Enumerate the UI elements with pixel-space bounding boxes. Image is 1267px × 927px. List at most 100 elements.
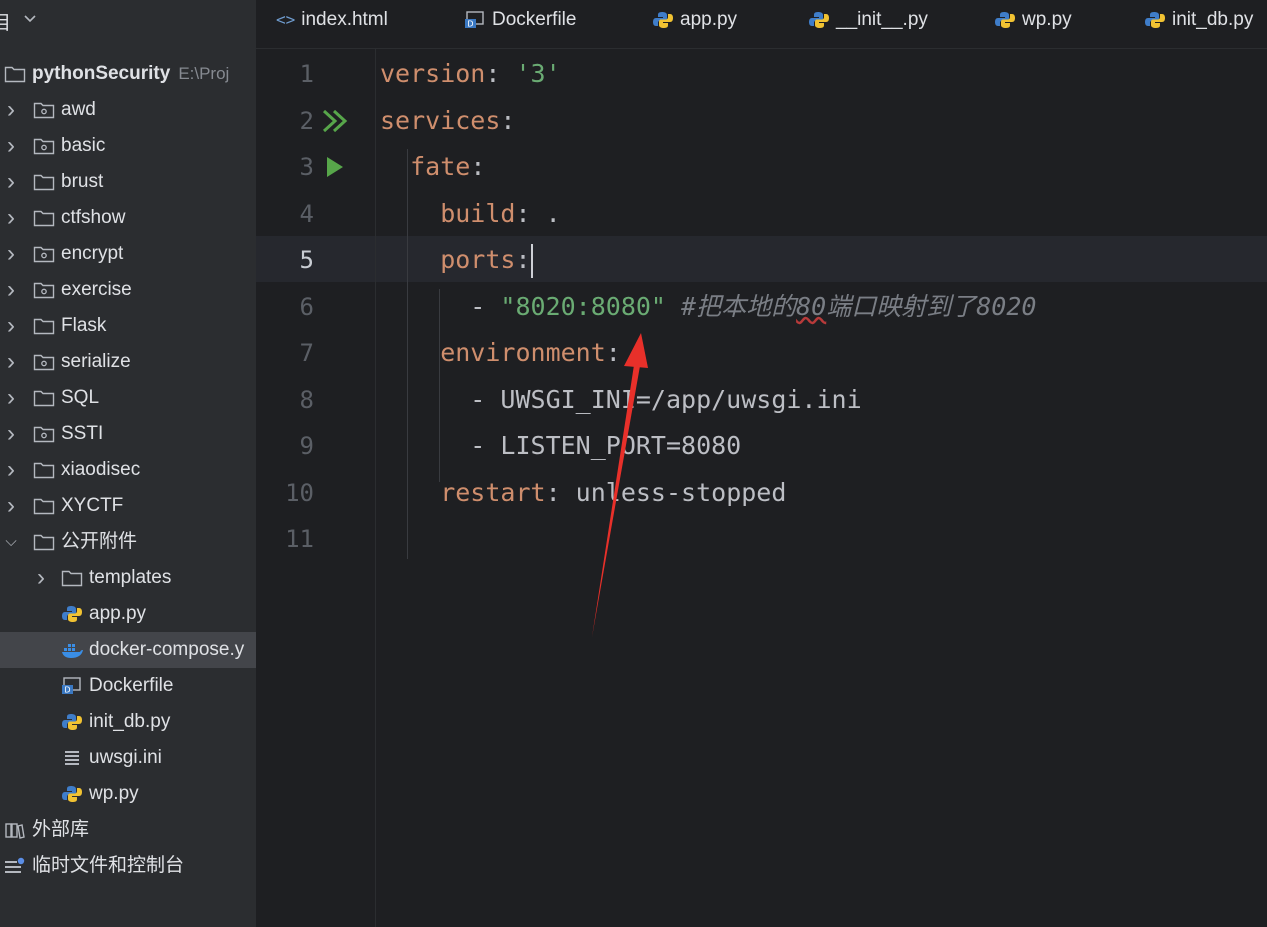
chevron-right-icon[interactable]: › — [4, 164, 18, 200]
chevron-right-icon[interactable]: › — [4, 416, 18, 452]
tab-label: wp.py — [1022, 9, 1072, 30]
chevron-right-icon[interactable]: › — [4, 380, 18, 416]
chevron-right-icon[interactable]: › — [4, 128, 18, 164]
tree-item-dockerfile[interactable]: D Dockerfile — [0, 668, 256, 704]
chevron-right-icon[interactable]: › — [4, 344, 18, 380]
chevron-right-icon[interactable]: › — [34, 560, 48, 596]
tree-item-label: app.py — [89, 603, 147, 624]
tree-item-临时文件和控制台[interactable]: 临时文件和控制台 — [0, 848, 256, 884]
python-file-icon — [62, 714, 82, 730]
spelling-warning: 80 — [796, 291, 827, 321]
project-view-title: 目 — [0, 13, 12, 34]
line-number: 11 — [285, 525, 314, 553]
tree-item-label: 公开附件 — [61, 531, 138, 552]
tree-item-templates[interactable]: › templates — [0, 560, 256, 596]
tree-item-label: basic — [61, 135, 106, 156]
tree-item-公开附件[interactable]: ⌵ 公开附件 — [0, 524, 256, 560]
tree-item-wp-py[interactable]: wp.py — [0, 776, 256, 812]
tab-label: index.html — [301, 9, 388, 31]
tree-item-ssti[interactable]: › SSTI — [0, 416, 256, 452]
code-token: "8020:8080" — [500, 291, 666, 321]
code-editor[interactable]: 1 version: '3' 2 services: 3 fate: 4 build: .… — [256, 49, 1267, 927]
python-file-icon — [1145, 11, 1165, 28]
tree-item-init-db-py[interactable]: init_db.py — [0, 704, 256, 740]
tree-item-label: SSTI — [61, 423, 104, 444]
chevron-right-icon[interactable]: › — [4, 272, 18, 308]
folder-icon — [4, 66, 26, 83]
run-all-icon[interactable] — [322, 109, 348, 133]
line-number: 1 — [299, 60, 314, 88]
chevron-right-icon[interactable]: › — [4, 200, 18, 236]
indent-guide — [439, 382, 440, 482]
tree-item-xiaodisec[interactable]: › xiaodisec — [0, 452, 256, 488]
code-token: restart — [380, 477, 546, 507]
tree-item-label: Flask — [61, 315, 107, 336]
code-line[interactable]: 1 version: '3' — [256, 51, 1267, 97]
tree-item-docker-compose-y[interactable]: docker-compose.y — [0, 632, 256, 668]
code-line[interactable]: 2 services: — [256, 98, 1267, 144]
indent-guide — [439, 289, 440, 389]
chevron-right-icon[interactable]: › — [4, 92, 18, 128]
tree-item-basic[interactable]: › basic — [0, 128, 256, 164]
tree-item-label: XYCTF — [61, 495, 124, 516]
tree-item-label: 临时文件和控制台 — [32, 855, 185, 876]
tree-item-encrypt[interactable]: › encrypt — [0, 236, 256, 272]
tab-label: __init__.py — [836, 9, 928, 30]
tree-item-exercise[interactable]: › exercise — [0, 272, 256, 308]
folder-icon — [33, 318, 55, 335]
python-file-icon — [809, 11, 829, 28]
tree-item-sql[interactable]: › SQL — [0, 380, 256, 416]
code-token: '3' — [515, 59, 561, 88]
line-number: 6 — [299, 292, 314, 321]
folder-icon — [33, 534, 55, 551]
tab-init-db-py[interactable]: init_db.py — [1144, 0, 1253, 48]
tree-item-label: serialize — [61, 351, 131, 372]
tab-index-html[interactable]: <> index.html — [276, 0, 388, 48]
tree-item-brust[interactable]: › brust — [0, 164, 256, 200]
code-token: environment — [380, 338, 606, 367]
line-number: 10 — [285, 478, 314, 507]
chevron-down-icon[interactable]: ⌵ — [4, 524, 18, 560]
run-icon[interactable] — [322, 155, 348, 179]
chevron-right-icon[interactable]: › — [4, 452, 18, 488]
code-token: - UWSGI_INI=/app/uwsgi.ini — [380, 384, 862, 414]
library-icon — [5, 823, 25, 839]
tab-app-py[interactable]: app.py — [652, 0, 737, 48]
line-number: 2 — [299, 106, 314, 135]
tree-item-label: brust — [61, 171, 104, 192]
dockerfile-icon: D — [62, 677, 81, 695]
tab--init-py[interactable]: __init__.py — [808, 0, 928, 48]
project-path: E:\Proj — [178, 64, 230, 83]
folder-icon — [33, 390, 55, 407]
tree-item-flask[interactable]: › Flask — [0, 308, 256, 344]
chevron-right-icon[interactable]: › — [4, 488, 18, 524]
tab-wp-py[interactable]: wp.py — [994, 0, 1072, 48]
tree-item-label: awd — [61, 99, 96, 120]
tree-item-awd[interactable]: › awd — [0, 92, 256, 128]
tree-item-外部库[interactable]: 外部库 — [0, 812, 256, 848]
tab-label: app.py — [680, 9, 738, 30]
code-token: version — [380, 59, 486, 88]
package-folder-icon — [33, 102, 55, 119]
tree-item-app-py[interactable]: app.py — [0, 596, 256, 632]
chevron-right-icon[interactable]: › — [4, 308, 18, 344]
tree-item-label: exercise — [61, 279, 132, 300]
project-view-header[interactable]: 目 — [0, 0, 256, 40]
tree-item-uwsgi-ini[interactable]: uwsgi.ini — [0, 740, 256, 776]
line-number: 7 — [299, 339, 314, 367]
ini-file-icon — [65, 751, 79, 765]
tab-dockerfile[interactable]: D Dockerfile — [464, 0, 576, 48]
indent-guide — [407, 149, 408, 559]
docker-icon — [62, 644, 83, 658]
chevron-down-icon[interactable] — [22, 10, 38, 26]
tree-item-pythonsecurity[interactable]: pythonSecurity E:\Proj — [0, 56, 256, 92]
tree-item-xyctf[interactable]: › XYCTF — [0, 488, 256, 524]
tree-item-label: templates — [89, 567, 172, 588]
code-token: : — [500, 105, 516, 135]
tree-item-label: pythonSecurity E:\Proj — [32, 63, 230, 84]
chevron-right-icon[interactable]: › — [4, 236, 18, 272]
tree-item-ctfshow[interactable]: › ctfshow — [0, 200, 256, 236]
code-token: : — [515, 245, 531, 274]
editor-tab-bar: <> index.html D Dockerfile app.py __init__.py… — [256, 0, 1267, 49]
tree-item-serialize[interactable]: › serialize — [0, 344, 256, 380]
